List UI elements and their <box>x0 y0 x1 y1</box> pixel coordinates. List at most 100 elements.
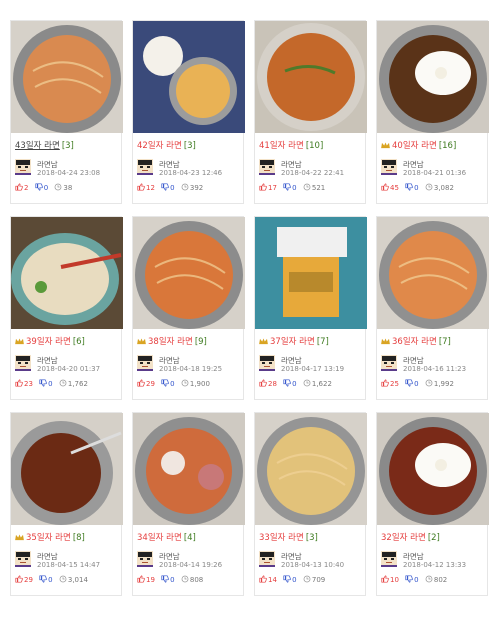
post-title-text[interactable]: 41일자 라면 <box>259 141 304 151</box>
ramen-photo[interactable] <box>133 413 245 525</box>
ramen-photo[interactable] <box>133 21 245 133</box>
like-count: 2 <box>24 184 29 192</box>
like-stat[interactable]: 19 <box>137 575 155 584</box>
post-thumbnail[interactable] <box>255 217 367 329</box>
dislike-stat[interactable]: 0 <box>283 379 297 388</box>
ramen-photo[interactable] <box>11 413 123 525</box>
post-card[interactable]: 33일자 라면 [3] 라면남 2018-04-13 10:40 14 0 709 <box>254 412 367 596</box>
view-stat: 521 <box>303 183 325 192</box>
post-title-text[interactable]: 36일자 라면 <box>392 337 437 347</box>
dislike-stat[interactable]: 0 <box>161 183 175 192</box>
post-card[interactable]: 42일자 라면 [3] 라면남 2018-04-23 12:46 12 0 392 <box>132 20 245 204</box>
like-stat[interactable]: 29 <box>15 575 33 584</box>
like-stat[interactable]: 2 <box>15 183 28 192</box>
post-title[interactable]: 43일자 라면 [3] <box>15 139 119 151</box>
pixel-avatar-icon <box>15 355 31 371</box>
like-stat[interactable]: 28 <box>259 379 277 388</box>
post-thumbnail[interactable] <box>377 413 489 525</box>
post-title-text[interactable]: 43일자 라면 <box>15 141 60 151</box>
post-title-text[interactable]: 40일자 라면 <box>392 141 437 151</box>
post-card[interactable]: 41일자 라면 [10] 라면남 2018-04-22 22:41 17 0 52… <box>254 20 367 204</box>
post-card[interactable]: 37일자 라면 [7] 라면남 2018-04-17 13:19 28 0 1,6… <box>254 216 367 400</box>
post-card[interactable]: 32일자 라면 [2] 라면남 2018-04-12 13:33 10 0 802 <box>376 412 489 596</box>
post-thumbnail[interactable] <box>133 217 245 329</box>
post-card[interactable]: 35일자 라면 [8] 라면남 2018-04-15 14:47 29 0 3,0… <box>10 412 123 596</box>
like-stat[interactable]: 25 <box>381 379 399 388</box>
ramen-photo[interactable] <box>377 413 489 525</box>
post-title[interactable]: 38일자 라면 [9] <box>137 335 241 347</box>
post-title[interactable]: 39일자 라면 [6] <box>15 335 119 347</box>
ramen-photo[interactable] <box>255 413 367 525</box>
like-stat[interactable]: 23 <box>15 379 33 388</box>
post-title-text[interactable]: 33일자 라면 <box>259 533 304 543</box>
post-title[interactable]: 36일자 라면 [7] <box>381 335 485 347</box>
post-title-text[interactable]: 38일자 라면 <box>148 337 193 347</box>
ramen-photo[interactable] <box>11 21 123 133</box>
dislike-stat[interactable]: 0 <box>405 379 419 388</box>
comment-count[interactable]: [4] <box>184 533 196 543</box>
ramen-photo[interactable] <box>255 21 367 133</box>
dislike-stat[interactable]: 0 <box>35 183 48 192</box>
post-thumbnail[interactable] <box>11 21 123 133</box>
post-title[interactable]: 41일자 라면 [10] <box>259 139 363 151</box>
dislike-stat[interactable]: 0 <box>39 379 53 388</box>
comment-count[interactable]: [3] <box>306 533 318 543</box>
post-title-text[interactable]: 32일자 라면 <box>381 533 426 543</box>
post-title[interactable]: 37일자 라면 [7] <box>259 335 363 347</box>
post-thumbnail[interactable] <box>11 413 123 525</box>
ramen-photo[interactable] <box>255 217 367 329</box>
post-title[interactable]: 34일자 라면 [4] <box>137 531 241 543</box>
post-card[interactable]: 38일자 라면 [9] 라면남 2018-04-18 19:25 29 0 1,9… <box>132 216 245 400</box>
dislike-stat[interactable]: 0 <box>161 575 175 584</box>
like-stat[interactable]: 45 <box>381 183 399 192</box>
like-stat[interactable]: 17 <box>259 183 277 192</box>
like-stat[interactable]: 14 <box>259 575 277 584</box>
post-thumbnail[interactable] <box>133 413 245 525</box>
post-title-text[interactable]: 34일자 라면 <box>137 533 182 543</box>
post-card[interactable]: 34일자 라면 [4] 라면남 2018-04-14 19:26 19 0 808 <box>132 412 245 596</box>
post-title[interactable]: 33일자 라면 [3] <box>259 531 363 543</box>
dislike-stat[interactable]: 0 <box>405 575 419 584</box>
post-title-text[interactable]: 35일자 라면 <box>26 533 71 543</box>
ramen-photo[interactable] <box>11 217 123 329</box>
post-date: 2018-04-17 13:19 <box>281 365 345 373</box>
comment-count[interactable]: [2] <box>428 533 440 543</box>
comment-count[interactable]: [7] <box>317 337 329 347</box>
post-thumbnail[interactable] <box>377 21 489 133</box>
comment-count[interactable]: [6] <box>73 337 85 347</box>
comment-count[interactable]: [8] <box>73 533 85 543</box>
ramen-photo[interactable] <box>377 21 489 133</box>
post-thumbnail[interactable] <box>255 21 367 133</box>
ramen-photo[interactable] <box>133 217 245 329</box>
post-title-text[interactable]: 39일자 라면 <box>26 337 71 347</box>
post-thumbnail[interactable] <box>377 217 489 329</box>
dislike-stat[interactable]: 0 <box>39 575 53 584</box>
dislike-stat[interactable]: 0 <box>283 183 297 192</box>
comment-count[interactable]: [9] <box>195 337 207 347</box>
post-thumbnail[interactable] <box>133 21 245 133</box>
dislike-stat[interactable]: 0 <box>405 183 419 192</box>
dislike-stat[interactable]: 0 <box>161 379 175 388</box>
comment-count[interactable]: [16] <box>439 141 456 151</box>
comment-count[interactable]: [7] <box>439 337 451 347</box>
comment-count[interactable]: [3] <box>184 141 196 151</box>
like-stat[interactable]: 10 <box>381 575 399 584</box>
post-title[interactable]: 42일자 라면 [3] <box>137 139 241 151</box>
ramen-photo[interactable] <box>377 217 489 329</box>
post-title[interactable]: 32일자 라면 [2] <box>381 531 485 543</box>
post-title-text[interactable]: 42일자 라면 <box>137 141 182 151</box>
post-thumbnail[interactable] <box>255 413 367 525</box>
post-card[interactable]: 39일자 라면 [6] 라면남 2018-04-20 01:37 23 0 1,7… <box>10 216 123 400</box>
post-title[interactable]: 40일자 라면 [16] <box>381 139 485 151</box>
post-card[interactable]: 43일자 라면 [3] 라면남 2018-04-24 23:08 2 0 38 <box>10 20 123 204</box>
like-stat[interactable]: 12 <box>137 183 155 192</box>
dislike-stat[interactable]: 0 <box>283 575 297 584</box>
post-title-text[interactable]: 37일자 라면 <box>270 337 315 347</box>
comment-count[interactable]: [10] <box>306 141 323 151</box>
comment-count[interactable]: [3] <box>62 141 74 151</box>
post-title[interactable]: 35일자 라면 [8] <box>15 531 119 543</box>
post-card[interactable]: 36일자 라면 [7] 라면남 2018-04-16 11:23 25 0 1,9… <box>376 216 489 400</box>
post-thumbnail[interactable] <box>11 217 123 329</box>
like-stat[interactable]: 29 <box>137 379 155 388</box>
post-card[interactable]: 40일자 라면 [16] 라면남 2018-04-21 01:36 45 0 3,… <box>376 20 489 204</box>
